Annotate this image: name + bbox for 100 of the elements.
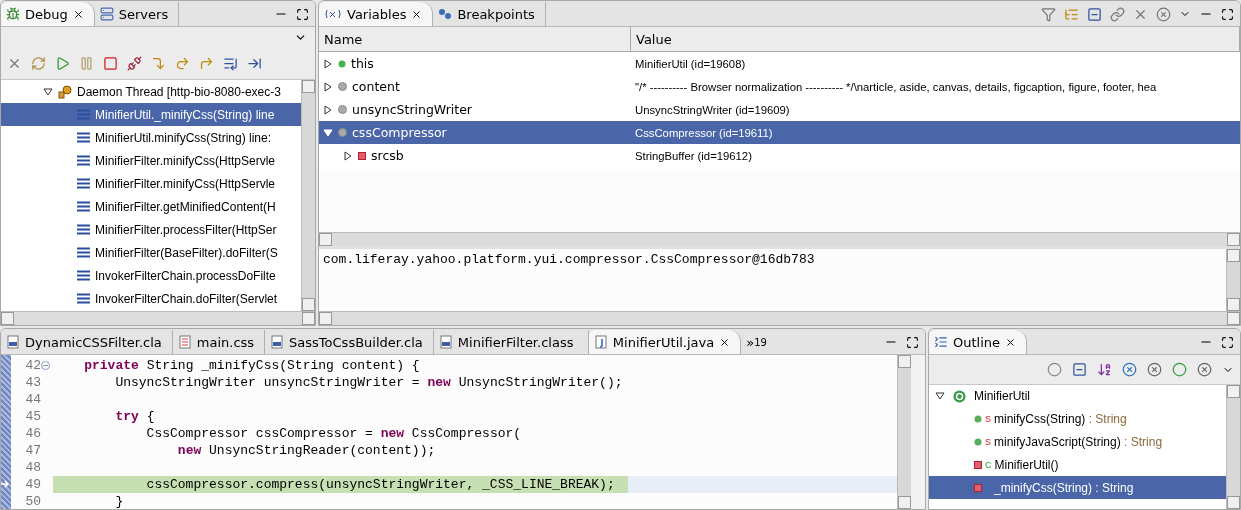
code-line: cssCompressor.compress(unsyncStringWriter, _CSS_LINE_BREAK); <box>145 477 615 492</box>
maximize-icon[interactable] <box>1221 335 1234 349</box>
private-method-icon <box>974 483 982 492</box>
hide-local-icon[interactable] <box>1197 362 1212 377</box>
detail-text: com.liferay.yahoo.platform.yui.compressor.CssCompressor@16db783 <box>322 251 816 269</box>
breakpoints-icon <box>438 8 453 20</box>
stack-frame-item[interactable]: MinifierFilter.minifyCss(HttpServle <box>1 172 301 195</box>
code-line: CssCompressor cssCompressor = new CssCompressor( <box>145 426 522 441</box>
stack-frame-item[interactable]: MinifierUtil.minifyCss(String) line: <box>1 126 301 149</box>
collapsed-triangle-icon[interactable] <box>323 58 333 69</box>
vertical-scrollbar[interactable] <box>1226 385 1240 509</box>
collapse-icon[interactable] <box>41 361 50 370</box>
maximize-icon[interactable] <box>296 7 309 21</box>
server-icon <box>99 7 114 21</box>
hide-static-icon[interactable] <box>1147 362 1162 377</box>
stack-frame-icon <box>77 201 90 212</box>
close-icon[interactable] <box>719 336 731 348</box>
stack-frame-icon <box>77 155 90 166</box>
stack-frame-icon <box>77 247 90 258</box>
gear-icon <box>58 84 72 99</box>
collapsed-triangle-icon[interactable] <box>323 104 333 115</box>
editor-tab[interactable]: DynamicCSSFilter.cla <box>1 330 173 354</box>
link-icon[interactable] <box>1110 6 1125 22</box>
variable-row[interactable]: this MinifierUtil (id=19608) <box>319 52 1240 75</box>
view-tab[interactable]: Debug <box>1 2 95 26</box>
disconnect-icon[interactable] <box>127 55 142 71</box>
stack-frame-item[interactable]: MinifierFilter(BaseFilter).doFilter(S <box>1 241 301 264</box>
line-number: 44 <box>24 392 41 407</box>
variable-row[interactable]: unsyncStringWriter UnsyncStringWriter (id=19609) <box>319 98 1240 121</box>
variable-row[interactable]: srcsb StringBuffer (id=19612) <box>319 144 1240 167</box>
drop-to-frame-icon[interactable] <box>223 55 238 71</box>
variable-row[interactable]: cssCompressor CssCompressor (id=19611) <box>319 121 1240 144</box>
close-icon[interactable] <box>72 8 84 20</box>
step-over-icon[interactable] <box>175 55 190 71</box>
horizontal-scrollbar[interactable] <box>319 311 1240 325</box>
outline-icon <box>934 335 948 349</box>
maximize-icon[interactable] <box>1221 7 1234 21</box>
resume-icon[interactable] <box>55 55 70 71</box>
relaunch-icon[interactable] <box>31 55 46 71</box>
collapse-all-icon[interactable] <box>1072 362 1087 377</box>
terminate-icon[interactable] <box>103 55 118 71</box>
step-return-icon[interactable] <box>199 55 214 71</box>
class-file-icon <box>438 335 453 349</box>
step-into-icon[interactable] <box>151 55 166 71</box>
code-line: try { <box>114 409 155 424</box>
thread-label[interactable]: Daemon Thread [http-bio-8080-exec-3 <box>77 84 281 99</box>
expanded-triangle-icon[interactable] <box>43 86 53 97</box>
column-header[interactable]: Value <box>631 27 1240 52</box>
class-file-icon <box>6 335 20 349</box>
expanded-triangle-icon[interactable] <box>935 391 945 401</box>
outline-item[interactable]: _minifyCss(String) : String <box>929 476 1226 499</box>
tree-icon[interactable] <box>1064 6 1079 22</box>
stack-frame-item[interactable]: InvokerFilterChain.processDoFilte <box>1 264 301 287</box>
close-icon[interactable] <box>411 8 423 20</box>
line-number: 42 <box>24 358 41 373</box>
expanded-triangle-icon[interactable] <box>323 127 333 138</box>
java-file-icon <box>593 335 608 349</box>
view-tab[interactable]: Outline <box>929 330 1028 354</box>
close-icon[interactable] <box>1005 336 1017 348</box>
line-number: 43 <box>24 375 41 390</box>
class-file-icon <box>270 335 285 349</box>
collapse-all-icon[interactable] <box>1087 6 1102 22</box>
code-line: } <box>114 494 124 509</box>
stack-frame-item[interactable]: MinifierFilter.minifyCss(HttpServle <box>1 149 301 172</box>
code-line: private String _minifyCss(String content) { <box>83 358 420 373</box>
variable-row[interactable]: content "/* ---------- Browser normalization ---------- */\narticle, aside, canvas, details, figcaption, figure, footer, hea <box>319 75 1240 98</box>
local-variable-icon <box>338 105 347 114</box>
private-field-icon <box>358 151 366 160</box>
vertical-scrollbar[interactable] <box>897 355 911 509</box>
collapsed-triangle-icon[interactable] <box>323 81 333 92</box>
remove-all-icon[interactable] <box>1156 6 1171 22</box>
public-method-icon <box>974 437 982 446</box>
stack-frame-item[interactable]: MinifierUtil._minifyCss(String) line <box>1 103 301 126</box>
line-number: 46 <box>24 426 41 441</box>
class-name[interactable]: MinifierUtil <box>974 389 1030 403</box>
view-tab[interactable]: Variables <box>319 2 434 26</box>
filter-icon[interactable] <box>1041 6 1056 22</box>
sort-icon[interactable] <box>1097 362 1112 377</box>
class-icon <box>953 389 966 403</box>
circle-icon[interactable] <box>1047 362 1062 377</box>
stack-frame-item[interactable]: MinifierFilter.getMinifiedContent(H <box>1 195 301 218</box>
local-variable-icon <box>338 82 347 91</box>
line-number: 45 <box>24 409 41 424</box>
public-method-icon <box>974 414 982 423</box>
stack-frame-icon <box>77 178 90 189</box>
collapsed-triangle-icon[interactable] <box>343 150 353 161</box>
editor-tab[interactable]: MinifierUtil.java <box>588 330 742 354</box>
circle-icon[interactable] <box>1172 362 1187 377</box>
stack-frame-item[interactable]: InvokerFilterChain.doFilter(Servlet <box>1 287 301 310</box>
column-header[interactable]: Name <box>319 27 631 52</box>
horizontal-scrollbar[interactable] <box>319 232 1240 246</box>
vertical-scrollbar[interactable] <box>1226 249 1240 311</box>
horizontal-scrollbar[interactable] <box>1 311 315 325</box>
bug-icon <box>6 7 20 21</box>
vertical-scrollbar[interactable] <box>301 80 315 311</box>
maximize-icon[interactable] <box>906 335 919 349</box>
stack-frame-item[interactable]: MinifierFilter.processFilter(HttpSer <box>1 218 301 241</box>
hide-fields-icon[interactable] <box>1122 362 1137 377</box>
suspend-icon[interactable] <box>79 55 94 71</box>
stack-frame-icon <box>77 132 90 143</box>
